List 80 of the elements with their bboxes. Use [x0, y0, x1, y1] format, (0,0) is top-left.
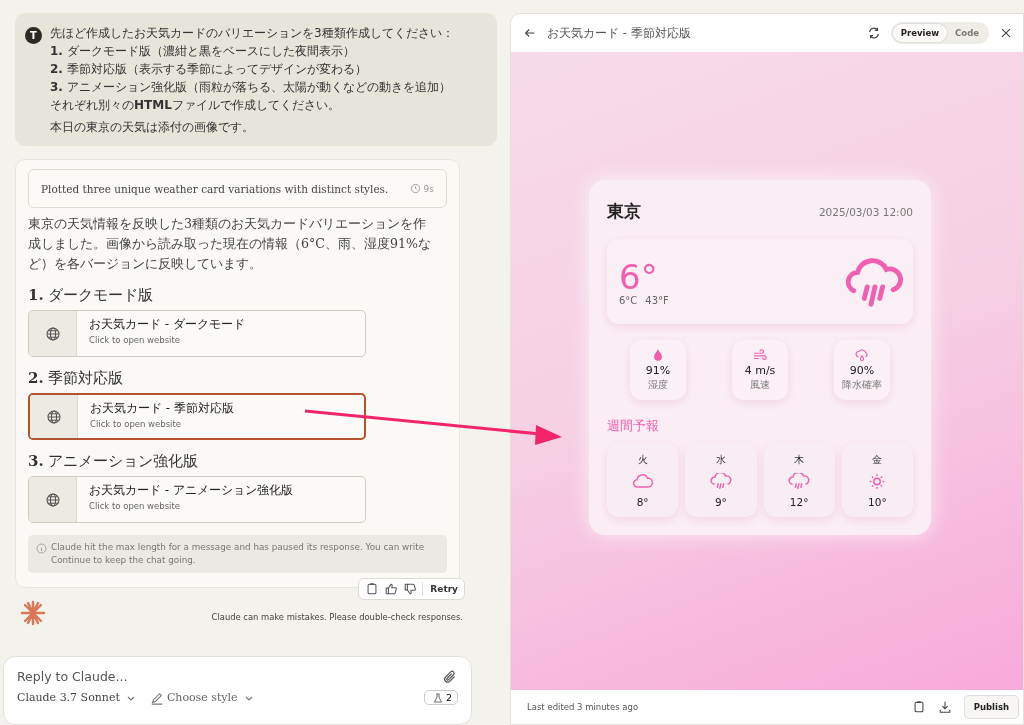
style-selector[interactable]: Choose style	[149, 690, 254, 705]
asterisk-logo-icon	[20, 600, 46, 626]
forecast-heading: 週間予報	[607, 418, 660, 435]
forecast-temperature: 8°	[636, 496, 649, 508]
wind-icon	[753, 348, 767, 362]
artifact-card[interactable]: お天気カード - ダークモード Click to open website	[28, 310, 366, 357]
reply-composer[interactable]: Reply to Claude... Claude 3.7 Sonnet Choose style 2	[3, 656, 472, 725]
cloud-icon	[631, 473, 654, 490]
artifact-panel-title: お天気カード - 季節対応版	[547, 24, 691, 42]
disclaimer-text: Claude can make mistakes. Please double-check responses.	[211, 612, 463, 622]
globe-icon	[45, 408, 62, 425]
city-name: 東京	[607, 200, 641, 223]
artifact-card[interactable]: お天気カード - 季節対応版 Click to open website	[28, 393, 366, 440]
pen-icon	[149, 690, 164, 705]
section-heading: 2. 季節対応版	[28, 369, 125, 388]
stat-value: 4 m/s	[744, 364, 776, 377]
artifact-subtitle: Click to open website	[89, 335, 182, 345]
stat-value: 91%	[645, 364, 671, 377]
artifact-title: お天気カード - 季節対応版	[90, 400, 234, 417]
celsius-reading: 6°C	[619, 295, 638, 306]
artifact-subtitle: Click to open website	[90, 419, 183, 429]
globe-icon	[44, 325, 61, 342]
back-arrow-icon[interactable]	[523, 26, 537, 40]
thumbs-up-icon[interactable]	[384, 582, 399, 596]
message-line: 先ほど作成したお天気カードのバリエーションを3種類作成してください：	[50, 25, 454, 42]
fahrenheit-reading: 43°F	[645, 295, 669, 306]
rain-cloud-icon	[709, 473, 732, 490]
download-icon[interactable]	[937, 700, 952, 714]
artifact-subtitle: Click to open website	[89, 501, 182, 511]
info-icon	[36, 543, 47, 554]
message-line: 1. ダークモード版（濃紺と黒をベースにした夜間表示）	[50, 43, 356, 60]
last-edited-text: Last edited 3 minutes ago	[527, 702, 639, 712]
weekday-label: 火	[637, 453, 648, 467]
copy-icon[interactable]	[365, 582, 380, 596]
view-tab[interactable]: Preview	[892, 24, 948, 42]
weekday-label: 水	[715, 453, 726, 467]
artifact-title: お天気カード - アニメーション強化版	[89, 482, 293, 499]
thinking-text: Plotted three unique weather card variations with distinct styles.	[41, 182, 390, 195]
close-icon[interactable]	[999, 26, 1013, 40]
thinking-summary[interactable]: Plotted three unique weather card variations with distinct styles. 9s	[28, 169, 447, 208]
artifact-title: お天気カード - ダークモード	[89, 316, 245, 333]
count-badge[interactable]: 2	[423, 690, 458, 705]
duration-text: 9s	[423, 183, 434, 194]
current-temperature: 6°	[619, 259, 658, 295]
paperclip-icon[interactable]	[442, 668, 458, 685]
message-line: 本日の東京の天気は添付の画像です。	[50, 119, 255, 136]
message-line: 3. アニメーション強化版（雨粒が落ちる、太陽が動くなどの動きを追加）	[50, 79, 452, 96]
publish-button[interactable]: Publish	[963, 695, 1019, 719]
artifact-card[interactable]: お天気カード - アニメーション強化版 Click to open website	[28, 476, 366, 523]
model-selector[interactable]: Claude 3.7 Sonnet	[17, 691, 136, 704]
copy-icon[interactable]	[911, 700, 926, 714]
forecast-temperature: 10°	[868, 496, 887, 508]
rain-cloud-icon	[843, 255, 903, 310]
globe-icon	[44, 491, 61, 508]
weekday-label: 木	[794, 453, 805, 467]
cloud-drop-icon	[855, 348, 869, 362]
message-line: 2. 季節対応版（表示する季節によってデザインが変わる）	[50, 61, 368, 78]
clock-icon	[409, 183, 421, 194]
stat-label: 降水確率	[842, 379, 882, 392]
notice-text: Claude hit the max length for a message and has paused its response. You can write Continue to keep the chat going.	[51, 541, 426, 567]
droplet-icon	[651, 348, 665, 362]
message-line: それぞれ別々のHTMLファイルで作成してください。	[50, 97, 341, 114]
forecast-temperature: 9°	[714, 496, 727, 508]
retry-button[interactable]: Retry	[428, 584, 458, 594]
section-heading: 1. ダークモード版	[28, 286, 155, 305]
user-avatar: T	[25, 27, 42, 44]
view-tab[interactable]: Code	[947, 24, 987, 42]
stat-label: 風速	[750, 379, 770, 392]
flask-icon	[432, 692, 443, 703]
rain-cloud-icon	[788, 473, 811, 490]
section-heading: 3. アニメーション強化版	[28, 452, 200, 471]
weekday-label: 金	[872, 453, 883, 467]
stat-label: 湿度	[648, 379, 668, 392]
reply-input-field[interactable]: Reply to Claude...	[17, 667, 442, 686]
refresh-icon[interactable]	[866, 26, 881, 40]
date-time: 2025/03/03 12:00	[818, 205, 913, 218]
response-paragraph: 東京の天気情報を反映した3種類のお天気カードバリエーションを作成しました。画像から読み取った現在の情報（6°C、雨、湿度91%など）を各バージョンに反映しています。	[28, 215, 432, 273]
thumbs-down-icon[interactable]	[403, 582, 418, 596]
forecast-temperature: 12°	[789, 496, 809, 508]
stat-value: 90%	[849, 364, 875, 377]
